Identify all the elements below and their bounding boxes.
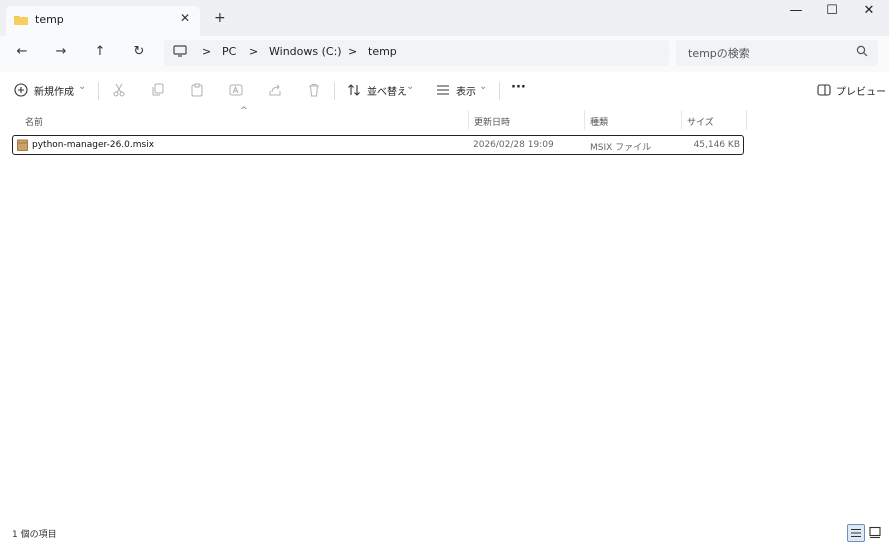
paste-icon[interactable] bbox=[190, 83, 204, 97]
sort-indicator-icon: ^ bbox=[240, 106, 248, 116]
details-view-icon bbox=[851, 528, 861, 538]
status-bar: 1 個の項目 bbox=[0, 520, 889, 544]
column-header-name[interactable]: 名前 bbox=[25, 115, 43, 128]
copy-icon[interactable] bbox=[151, 83, 165, 97]
column-divider[interactable] bbox=[468, 110, 469, 130]
back-button[interactable]: ← bbox=[11, 44, 33, 59]
column-header-size[interactable]: サイズ bbox=[687, 115, 714, 128]
search-input[interactable]: tempの検索 bbox=[688, 45, 750, 61]
new-button[interactable]: 新規作成 bbox=[34, 83, 74, 98]
tab-close-icon[interactable]: ✕ bbox=[180, 11, 190, 25]
tiles-view-icon bbox=[869, 526, 881, 539]
close-button[interactable]: ✕ bbox=[854, 3, 884, 18]
tab-temp[interactable]: temp ✕ bbox=[6, 6, 200, 36]
tab-title: temp bbox=[35, 13, 64, 26]
view-icon bbox=[437, 85, 449, 95]
share-icon[interactable] bbox=[268, 83, 282, 97]
folder-icon bbox=[14, 16, 28, 25]
maximize-button[interactable]: ☐ bbox=[817, 3, 847, 18]
toolbar-divider bbox=[334, 82, 335, 100]
package-file-icon bbox=[17, 139, 28, 151]
tiles-view-button[interactable] bbox=[867, 524, 883, 540]
breadcrumb-windows-c[interactable]: Windows (C:) bbox=[269, 45, 342, 58]
sort-icon bbox=[348, 84, 360, 96]
breadcrumb-temp[interactable]: temp bbox=[368, 45, 397, 58]
breadcrumb-separator: > bbox=[202, 45, 212, 58]
forward-button[interactable]: → bbox=[50, 44, 72, 59]
rename-icon[interactable] bbox=[229, 83, 243, 97]
view-button[interactable]: 表示 bbox=[456, 83, 476, 98]
search-icon bbox=[856, 45, 868, 57]
new-plus-icon bbox=[14, 83, 28, 97]
breadcrumb-separator: > bbox=[348, 45, 358, 58]
title-bar: temp ✕ + — ☐ ✕ bbox=[0, 0, 889, 36]
chevron-down-icon: ⌄ bbox=[78, 81, 87, 92]
refresh-button[interactable]: ↻ bbox=[128, 44, 150, 59]
file-size: 45,146 KB bbox=[693, 140, 740, 150]
column-divider[interactable] bbox=[681, 110, 682, 130]
file-modified: 2026/02/28 19:09 bbox=[473, 140, 554, 150]
toolbar-divider bbox=[499, 82, 500, 100]
file-type: MSIX ファイル bbox=[590, 143, 652, 153]
chevron-down-icon: ⌄ bbox=[406, 81, 415, 92]
column-divider[interactable] bbox=[584, 110, 585, 130]
breadcrumb-separator: > bbox=[249, 45, 259, 58]
new-tab-button[interactable]: + bbox=[214, 10, 226, 26]
sort-button[interactable]: 並べ替え bbox=[367, 83, 407, 98]
pc-icon bbox=[173, 45, 187, 57]
breadcrumb-pc[interactable]: PC bbox=[222, 45, 236, 58]
chevron-down-icon: ⌄ bbox=[479, 81, 488, 92]
file-explorer-window: temp ✕ + — ☐ ✕ ← → ↑ ↻ > PC > Windows (C… bbox=[0, 0, 889, 544]
file-row[interactable]: python-manager-26.0.msix 2026/02/28 19:0… bbox=[12, 135, 744, 155]
more-options-button[interactable]: ··· bbox=[511, 80, 526, 95]
toolbar-divider bbox=[98, 82, 99, 100]
preview-button[interactable]: プレビュー bbox=[836, 83, 886, 98]
column-header-type[interactable]: 種類 bbox=[590, 115, 608, 128]
file-list: ^ 名前 更新日時 種類 サイズ python-manager-26.0.msi… bbox=[0, 106, 889, 520]
column-header-modified[interactable]: 更新日時 bbox=[474, 115, 510, 128]
navigation-bar: ← → ↑ ↻ > PC > Windows (C:) > temp tempの… bbox=[0, 36, 889, 72]
cut-icon[interactable] bbox=[112, 83, 126, 97]
up-button[interactable]: ↑ bbox=[89, 44, 111, 59]
command-bar: 新規作成 ⌄ 並べ替え ⌄ 表示 ⌄ ··· プレビュー bbox=[0, 72, 889, 111]
delete-icon[interactable] bbox=[307, 83, 321, 97]
details-view-button[interactable] bbox=[847, 524, 865, 542]
item-count: 1 個の項目 bbox=[12, 530, 57, 540]
address-bar[interactable]: > PC > Windows (C:) > temp bbox=[164, 40, 669, 66]
search-box[interactable]: tempの検索 bbox=[676, 40, 878, 66]
file-name: python-manager-26.0.msix bbox=[32, 140, 155, 150]
column-divider[interactable] bbox=[746, 110, 747, 130]
minimize-button[interactable]: — bbox=[781, 3, 811, 18]
preview-pane-icon bbox=[817, 84, 831, 96]
